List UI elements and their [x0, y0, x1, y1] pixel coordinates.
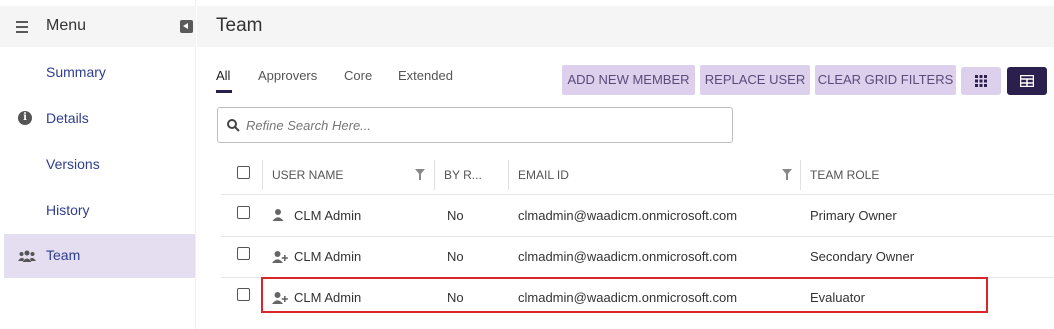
column-header-by-role[interactable]: BY R...	[444, 168, 482, 182]
search-placeholder: Refine Search Here...	[246, 118, 372, 133]
sidebar-item-versions[interactable]: Versions	[4, 143, 195, 187]
tab-extended[interactable]: Extended	[398, 68, 453, 83]
team-role-cell: Primary Owner	[810, 208, 897, 223]
tab-all[interactable]: All	[216, 68, 230, 83]
sidebar-item-label: Details	[46, 110, 89, 126]
menu-header: Menu	[0, 6, 196, 47]
user-name-cell: CLM Admin	[294, 249, 362, 264]
search-input[interactable]: Refine Search Here...	[217, 107, 733, 143]
table-row[interactable]: CLM Admin No clmadmin@waadicm.onmicrosof…	[221, 237, 1054, 278]
menu-title: Menu	[46, 17, 87, 34]
replace-user-button[interactable]: REPLACE USER	[700, 65, 810, 95]
hamburger-menu-icon[interactable]	[16, 18, 30, 34]
info-icon: i	[18, 111, 33, 126]
add-new-member-button[interactable]: ADD NEW MEMBER	[562, 65, 695, 95]
column-separator	[508, 160, 509, 190]
active-tab-indicator	[216, 90, 232, 93]
team-role-cell: Secondary Owner	[810, 249, 915, 264]
tab-core[interactable]: Core	[344, 68, 372, 83]
user-icon	[272, 209, 284, 221]
tab-approvers[interactable]: Approvers	[258, 68, 317, 83]
search-icon	[227, 119, 240, 132]
row-highlight-box	[261, 277, 988, 313]
sidebar-item-details[interactable]: i Details	[4, 97, 195, 141]
by-role-cell: No	[447, 208, 464, 223]
page-title: Team	[216, 15, 263, 36]
email-cell: clmadmin@waadicm.onmicrosoft.com	[518, 249, 738, 264]
column-header-email-id[interactable]: EMAIL ID	[518, 168, 569, 182]
column-separator	[434, 160, 435, 190]
grid-view-button[interactable]	[961, 67, 1001, 95]
sidebar-item-label: Summary	[46, 64, 106, 80]
sidebar-item-label: History	[46, 202, 90, 218]
row-checkbox[interactable]	[237, 288, 250, 301]
page-header: Team	[197, 6, 1054, 47]
sidebar-item-history[interactable]: History	[4, 189, 195, 233]
sidebar-item-label: Team	[46, 247, 81, 263]
sidebar-item-label: Versions	[46, 156, 100, 172]
grid-header-row: USER NAME BY R... EMAIL ID TEAM ROLE	[221, 154, 1054, 195]
table-view-icon	[1020, 75, 1034, 87]
column-separator	[262, 160, 263, 190]
column-separator	[800, 160, 801, 190]
table-view-button[interactable]	[1007, 67, 1047, 95]
row-checkbox[interactable]	[237, 247, 250, 260]
by-role-cell: No	[447, 249, 464, 264]
sidebar: Menu Summary i Details Versions History …	[0, 0, 196, 329]
user-name-cell: CLM Admin	[294, 208, 362, 223]
select-all-checkbox[interactable]	[237, 166, 250, 179]
email-cell: clmadmin@waadicm.onmicrosoft.com	[518, 208, 738, 223]
clear-grid-filters-button[interactable]: CLEAR GRID FILTERS	[815, 65, 956, 95]
user-add-icon	[272, 251, 288, 263]
grid-view-icon	[975, 75, 987, 87]
column-header-user-name[interactable]: USER NAME	[272, 168, 343, 182]
sidebar-item-team[interactable]: Team	[4, 234, 195, 278]
column-header-team-role[interactable]: TEAM ROLE	[810, 168, 879, 182]
filter-icon[interactable]	[415, 169, 425, 180]
filter-icon[interactable]	[782, 169, 792, 180]
collapse-sidebar-icon[interactable]	[180, 20, 193, 33]
table-row[interactable]: CLM Admin No clmadmin@waadicm.onmicrosof…	[221, 196, 1054, 237]
row-checkbox[interactable]	[237, 206, 250, 219]
sidebar-item-summary[interactable]: Summary	[4, 51, 195, 95]
team-icon	[18, 249, 36, 264]
